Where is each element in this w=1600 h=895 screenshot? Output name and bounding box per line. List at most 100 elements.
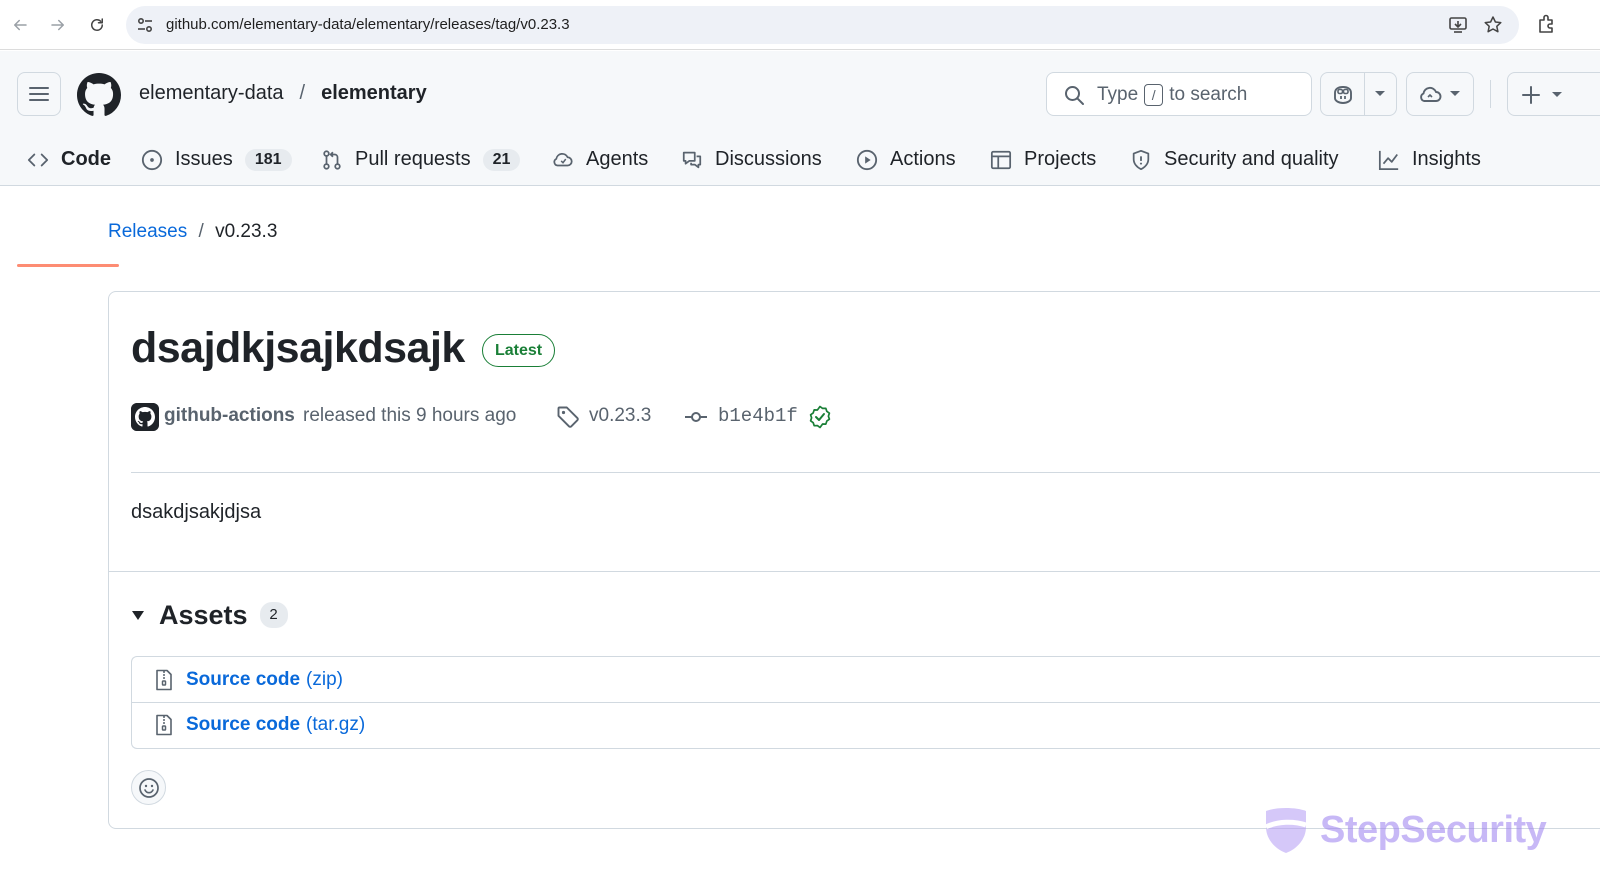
assets-title: Assets — [159, 599, 248, 630]
install-app-icon[interactable] — [1448, 15, 1468, 35]
comment-discussion-icon — [682, 151, 702, 168]
tab-issues[interactable]: Issues 181 — [141, 133, 292, 186]
stepsecurity-logo-icon — [1264, 808, 1307, 853]
file-zip-icon — [156, 669, 172, 690]
latest-badge: Latest — [482, 334, 556, 367]
release-notes: dsakdjsakjdjsa — [131, 501, 262, 523]
bookmark-star-icon[interactable] — [1483, 15, 1503, 35]
pulls-count-badge: 21 — [482, 148, 521, 171]
tab-security[interactable]: Security and quality — [1130, 133, 1339, 186]
tab-label: Agents — [586, 148, 649, 170]
tab-insights[interactable]: Insights — [1378, 133, 1481, 186]
asset-row-zip[interactable]: Source code (zip) — [132, 657, 1600, 702]
extensions-icon[interactable] — [1536, 13, 1558, 35]
breadcrumb-current: v0.23.3 — [215, 221, 278, 242]
button-divider — [1364, 73, 1365, 115]
header-divider — [1490, 80, 1491, 108]
forward-icon[interactable] — [46, 13, 70, 37]
path-separator: / — [299, 82, 306, 104]
plus-icon — [1522, 86, 1540, 104]
repo-path: elementary-data / elementary — [139, 82, 427, 105]
smiley-icon — [138, 777, 159, 798]
tab-label: Projects — [1024, 148, 1097, 170]
git-pull-request-icon — [323, 149, 341, 170]
asset-row-targz[interactable]: Source code (tar.gz) — [132, 702, 1600, 747]
search-shortcut-key: / — [1144, 84, 1164, 106]
search-placeholder: Type / to search — [1097, 84, 1247, 106]
released-time: released this 9 hours ago — [303, 405, 517, 426]
search-suffix: to search — [1169, 84, 1248, 105]
shield-icon — [1132, 149, 1150, 170]
git-commit-icon — [685, 412, 707, 422]
tag-icon — [557, 406, 579, 428]
tab-projects[interactable]: Projects — [990, 133, 1096, 186]
tab-label: Pull requests — [355, 148, 471, 170]
github-logo-icon[interactable] — [77, 73, 121, 117]
repo-name-link[interactable]: elementary — [321, 82, 427, 105]
assets-toggle[interactable]: Assets 2 — [131, 597, 288, 633]
assets-count-badge: 2 — [259, 602, 288, 628]
tab-label: Security and quality — [1164, 148, 1339, 170]
triangle-down-icon — [132, 611, 144, 620]
cloud-icon — [1420, 86, 1442, 102]
divider — [131, 472, 1600, 473]
browser-toolbar: github.com/elementary-data/elementary/re… — [0, 0, 1600, 50]
tab-label: Discussions — [715, 148, 822, 170]
code-icon — [27, 153, 49, 166]
commit-link[interactable]: b1e4b1f — [718, 405, 798, 427]
active-tab-indicator — [17, 264, 119, 267]
repo-header: elementary-data / elementary Type / to s… — [0, 51, 1600, 267]
add-reaction-button[interactable] — [131, 770, 166, 805]
releases-link[interactable]: Releases — [108, 221, 187, 242]
search-input[interactable]: Type / to search — [1046, 72, 1312, 116]
asset-link-ext[interactable]: (tar.gz) — [306, 714, 365, 736]
breadcrumb-separator: / — [198, 221, 204, 242]
asset-link-main[interactable]: Source code — [186, 714, 300, 736]
hamburger-icon — [29, 87, 49, 101]
release-title: dsajdkjsajkdsajk — [131, 324, 465, 372]
tab-discussions[interactable]: Discussions — [681, 133, 822, 186]
table-icon — [990, 150, 1012, 169]
url-text[interactable]: github.com/elementary-data/elementary/re… — [166, 16, 570, 33]
address-bar[interactable]: github.com/elementary-data/elementary/re… — [126, 6, 1519, 44]
release-meta: github-actions released this 9 hours ago… — [131, 402, 931, 431]
file-zip-icon — [156, 714, 172, 736]
play-icon — [856, 149, 878, 170]
release-card: dsajdkjsajkdsajk Latest github-actions r… — [108, 291, 1600, 829]
chevron-down-icon — [1450, 91, 1460, 96]
tab-actions[interactable]: Actions — [856, 133, 956, 186]
issue-opened-icon — [141, 149, 163, 170]
site-settings-icon[interactable] — [136, 16, 154, 34]
chevron-down-icon — [1375, 91, 1385, 96]
verified-check-icon[interactable] — [808, 405, 832, 429]
avatar[interactable] — [131, 403, 159, 431]
stepsecurity-watermark: StepSecurity — [1262, 804, 1547, 856]
issues-count-badge: 181 — [244, 148, 292, 171]
tag-link[interactable]: v0.23.3 — [589, 405, 651, 427]
tab-label: Issues — [175, 148, 233, 170]
tab-pull-requests[interactable]: Pull requests 21 — [321, 133, 521, 186]
repo-owner-link[interactable]: elementary-data — [139, 82, 284, 105]
agent-icon — [553, 152, 573, 166]
asset-link-main[interactable]: Source code — [186, 669, 300, 691]
graph-icon — [1378, 150, 1399, 170]
repo-tabs: Code Issues 181 Pull requests 21 Agents … — [0, 133, 1600, 267]
chevron-down-icon — [1552, 92, 1562, 97]
tab-agents[interactable]: Agents — [552, 133, 648, 186]
create-new-button[interactable] — [1507, 72, 1600, 116]
breadcrumb: Releases / v0.23.3 — [108, 221, 277, 243]
watermark-text: StepSecurity — [1320, 808, 1547, 851]
tab-code[interactable]: Code — [27, 133, 111, 186]
divider — [109, 571, 1600, 572]
back-icon[interactable] — [8, 13, 32, 37]
copilot-button[interactable] — [1320, 72, 1397, 116]
asset-link-ext[interactable]: (zip) — [306, 669, 343, 691]
codespaces-button[interactable] — [1406, 72, 1474, 116]
tab-label: Code — [61, 148, 111, 170]
reload-icon[interactable] — [85, 13, 109, 37]
assets-list: Source code (zip) Source code (tar.gz) — [131, 656, 1600, 749]
author-link[interactable]: github-actions — [164, 405, 295, 427]
menu-button[interactable] — [17, 72, 61, 116]
tab-label: Actions — [890, 148, 956, 170]
copilot-icon — [1334, 86, 1352, 104]
